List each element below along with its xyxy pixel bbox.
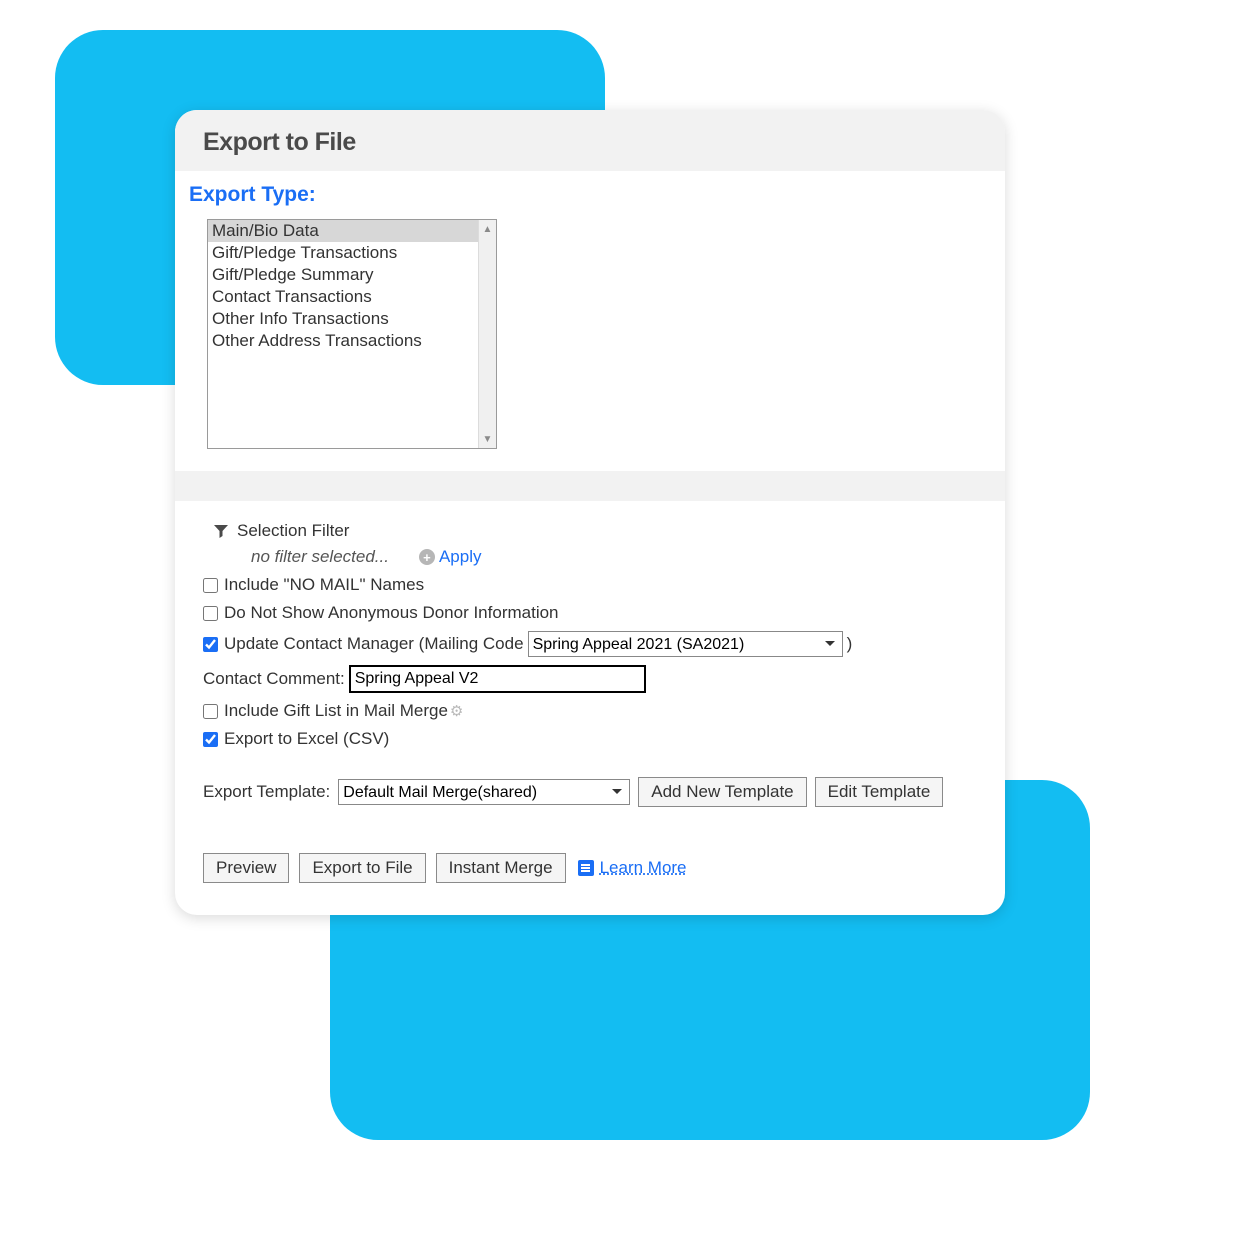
contact-comment-input[interactable]: [349, 665, 646, 693]
export-template-label: Export Template:: [203, 782, 330, 802]
update-contact-label: Update Contact Manager (Mailing Code: [224, 634, 524, 654]
plus-circle-icon: +: [419, 549, 435, 565]
funnel-icon: [213, 523, 229, 539]
hide-anonymous-row: Do Not Show Anonymous Donor Information: [203, 603, 977, 623]
update-contact-checkbox[interactable]: [203, 637, 218, 652]
action-row: Preview Export to File Instant Merge Lea…: [203, 853, 977, 883]
panel-header: Export to File: [175, 110, 1005, 171]
listbox-item-other-address-tx[interactable]: Other Address Transactions: [208, 330, 496, 352]
contact-comment-row: Contact Comment:: [203, 665, 977, 693]
listbox-scrollbar[interactable]: ▲ ▼: [478, 220, 496, 448]
export-csv-row: Export to Excel (CSV): [203, 729, 977, 749]
selection-filter-row: Selection Filter: [213, 521, 977, 541]
update-contact-row: Update Contact Manager (Mailing Code Spr…: [203, 631, 977, 657]
hide-anonymous-checkbox[interactable]: [203, 606, 218, 621]
closing-paren: ): [847, 634, 853, 654]
export-type-listbox[interactable]: Main/Bio Data Gift/Pledge Transactions G…: [207, 219, 497, 449]
options-section: Selection Filter no filter selected... +…: [175, 501, 1005, 915]
no-filter-text: no filter selected...: [251, 547, 389, 567]
export-csv-label: Export to Excel (CSV): [224, 729, 389, 749]
book-icon: [578, 860, 594, 876]
listbox-item-contact-tx[interactable]: Contact Transactions: [208, 286, 496, 308]
scroll-up-icon[interactable]: ▲: [479, 220, 496, 238]
include-no-mail-checkbox[interactable]: [203, 578, 218, 593]
add-new-template-button[interactable]: Add New Template: [638, 777, 806, 807]
edit-template-button[interactable]: Edit Template: [815, 777, 944, 807]
panel-title: Export to File: [203, 128, 977, 157]
include-gift-list-row: Include Gift List in Mail Merge ⚙: [203, 701, 977, 721]
divider-strip: [175, 471, 1005, 501]
scroll-down-icon[interactable]: ▼: [479, 430, 496, 448]
preview-button[interactable]: Preview: [203, 853, 289, 883]
learn-more-label: Learn More: [600, 858, 687, 878]
mailing-code-select[interactable]: Spring Appeal 2021 (SA2021): [528, 631, 843, 657]
learn-more-link[interactable]: Learn More: [578, 858, 687, 878]
export-panel: Export to File Export Type: Main/Bio Dat…: [175, 110, 1005, 915]
include-gift-list-checkbox[interactable]: [203, 704, 218, 719]
export-template-row: Export Template: Default Mail Merge(shar…: [203, 777, 977, 807]
include-no-mail-label: Include "NO MAIL" Names: [224, 575, 424, 595]
contact-comment-label: Contact Comment:: [203, 669, 345, 689]
gear-icon[interactable]: ⚙: [450, 702, 463, 720]
apply-filter-link[interactable]: + Apply: [419, 547, 482, 567]
no-filter-row: no filter selected... + Apply: [251, 547, 977, 567]
include-no-mail-row: Include "NO MAIL" Names: [203, 575, 977, 595]
listbox-item-main-bio[interactable]: Main/Bio Data: [208, 220, 496, 242]
apply-label: Apply: [439, 547, 482, 567]
export-type-label: Export Type:: [189, 183, 557, 207]
export-csv-checkbox[interactable]: [203, 732, 218, 747]
export-to-file-button[interactable]: Export to File: [299, 853, 425, 883]
export-type-block: Export Type: Main/Bio Data Gift/Pledge T…: [175, 171, 585, 471]
include-gift-list-label: Include Gift List in Mail Merge: [224, 701, 448, 721]
instant-merge-button[interactable]: Instant Merge: [436, 853, 566, 883]
export-template-select[interactable]: Default Mail Merge(shared): [338, 779, 630, 805]
listbox-item-gift-pledge-summary[interactable]: Gift/Pledge Summary: [208, 264, 496, 286]
hide-anonymous-label: Do Not Show Anonymous Donor Information: [224, 603, 559, 623]
selection-filter-label: Selection Filter: [237, 521, 349, 541]
listbox-item-other-info-tx[interactable]: Other Info Transactions: [208, 308, 496, 330]
listbox-item-gift-pledge-tx[interactable]: Gift/Pledge Transactions: [208, 242, 496, 264]
